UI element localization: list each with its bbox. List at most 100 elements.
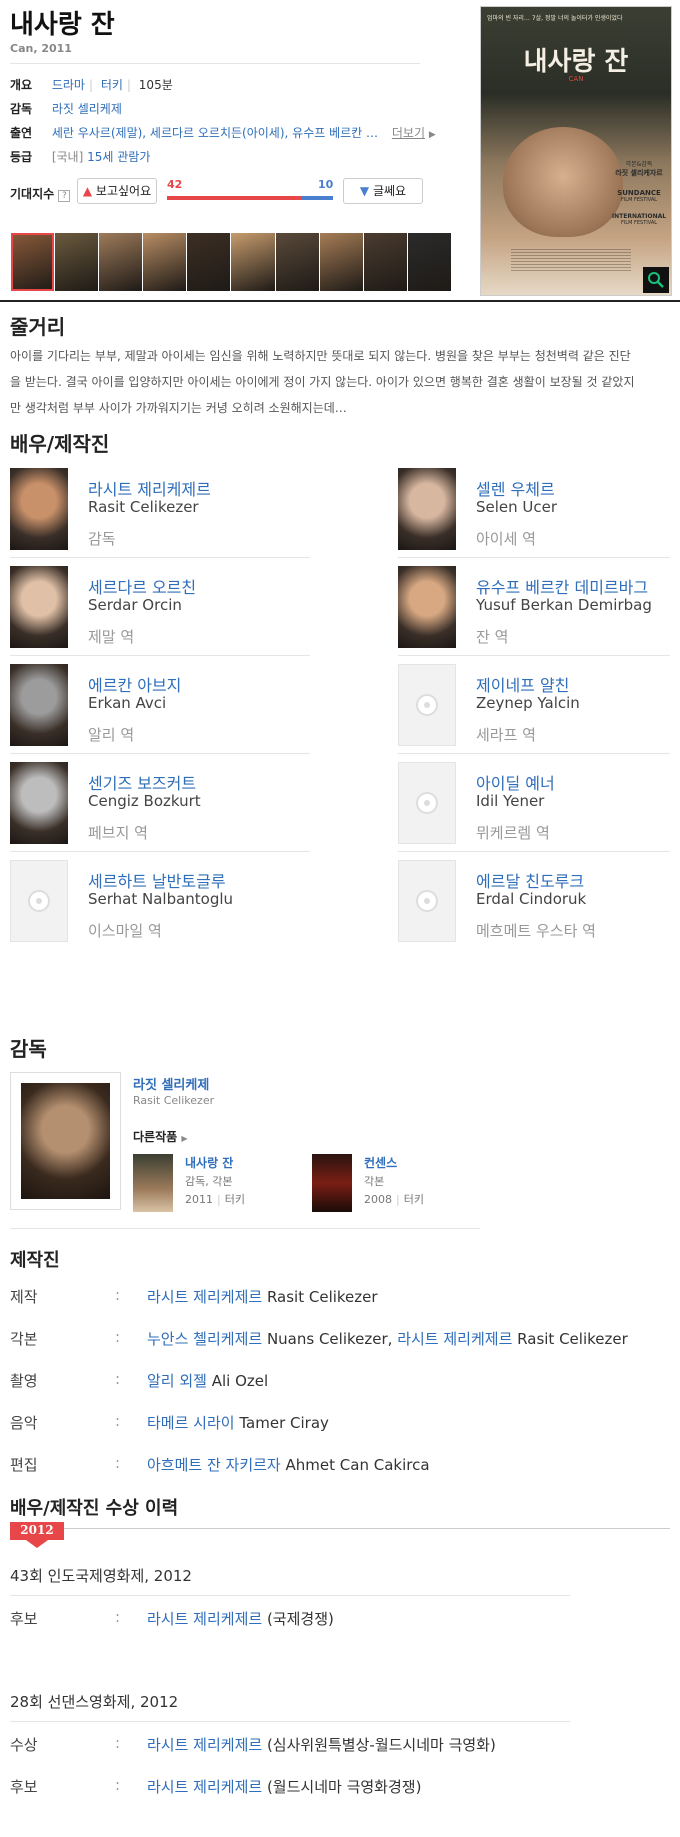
cast-item[interactable]: 아이딜 예너 Idil Yener 뮈케르렘 역: [398, 762, 668, 844]
cast-item[interactable]: 제이네프 얄친 Zeynep Yalcin 세라프 역: [398, 664, 668, 746]
poster-fineprint: [511, 249, 631, 273]
cast-name[interactable]: 세르하트 날반토글루: [88, 868, 226, 892]
cast-photo[interactable]: [10, 468, 68, 550]
crew-name-en: Ali Ozel: [211, 1372, 269, 1390]
cast-name[interactable]: 에르칸 아브지: [88, 672, 181, 696]
still-thumb[interactable]: [231, 233, 275, 291]
country-link[interactable]: 터키: [101, 78, 123, 92]
still-thumb[interactable]: [55, 233, 99, 291]
still-thumb[interactable]: [407, 233, 451, 291]
crew-name-en: Rasit Celikezer: [266, 1288, 378, 1306]
award-person[interactable]: 라시트 제리케제르: [147, 1778, 262, 1796]
crew-name-en: Nuans Celikezer,: [266, 1330, 393, 1348]
other-works-label[interactable]: 다른작품 ▶: [133, 1128, 188, 1145]
cast-item[interactable]: 세르하트 날반토글루 Serhat Nalbantoglu 이스마일 역: [10, 860, 280, 942]
still-thumb[interactable]: [143, 233, 187, 291]
still-thumb[interactable]: [187, 233, 231, 291]
work-country: 터키: [403, 1193, 424, 1206]
director-section-title: 감독: [10, 1037, 47, 1061]
work-poster[interactable]: [133, 1154, 173, 1212]
divider: [10, 753, 310, 754]
crew-colon: :: [115, 1412, 121, 1430]
cast-label: 출연: [10, 126, 33, 140]
cast-photo[interactable]: [10, 762, 68, 844]
cast-photo[interactable]: [398, 566, 456, 648]
want-count: 42: [167, 178, 183, 191]
crew-colon: :: [115, 1328, 121, 1346]
cast-role: 감독: [88, 530, 116, 548]
cast-photo-placeholder[interactable]: [398, 664, 456, 746]
help-icon[interactable]: ?: [58, 190, 71, 202]
crew-name[interactable]: 누안스 첼리케제르: [147, 1330, 262, 1348]
cast-photo[interactable]: [10, 664, 68, 746]
cast-item[interactable]: 라시트 제리케제르 Rasit Celikezer 감독: [10, 468, 280, 550]
still-thumb[interactable]: [11, 233, 55, 291]
other-work-item[interactable]: 내사랑 잔 감독, 각본 2011 | 터키: [133, 1154, 303, 1214]
cast-name[interactable]: 제이네프 얄친: [476, 672, 569, 696]
cast-item[interactable]: 셀렌 우체르 Selen Ucer 아이세 역: [398, 468, 668, 550]
cast-photo[interactable]: [398, 468, 456, 550]
still-thumb[interactable]: [363, 233, 407, 291]
work-title[interactable]: 컨센스: [364, 1154, 397, 1171]
zoom-button[interactable]: [643, 267, 669, 293]
cast-name[interactable]: 라시트 제리케제르: [88, 476, 211, 500]
cast-name-en: Rasit Celikezer: [88, 498, 199, 516]
overview-row: 개요 드라마 | 터키 | 105분: [10, 78, 173, 92]
still-thumb[interactable]: [275, 233, 319, 291]
work-poster[interactable]: [312, 1154, 352, 1212]
cast-links[interactable]: 세란 우사르(제말), 세르다르 오르치든(아이세), 유수프 베르칸 …: [52, 126, 378, 140]
year-line: [10, 1528, 670, 1529]
cast-photo-placeholder[interactable]: [398, 762, 456, 844]
expect-label: 기대지수 ?: [10, 185, 71, 202]
award-detail: (국제경쟁): [266, 1610, 334, 1628]
meh-button[interactable]: ▼ 글쎄요: [343, 178, 423, 204]
divider: [398, 557, 670, 558]
cast-photo[interactable]: [10, 566, 68, 648]
cast-item[interactable]: 유수프 베르칸 데미르바그 Yusuf Berkan Demirbag 잔 역: [398, 566, 668, 648]
section-divider: [0, 300, 680, 302]
crew-name[interactable]: 아흐메트 잔 자키르자: [147, 1456, 281, 1474]
cast-name[interactable]: 유수프 베르칸 데미르바그: [476, 574, 648, 598]
director-photo[interactable]: [10, 1072, 121, 1210]
award-person[interactable]: 라시트 제리케제르: [147, 1736, 262, 1754]
cast-name[interactable]: 에르달 친도루크: [476, 868, 584, 892]
director-link[interactable]: 라짓 셀리케제: [52, 102, 122, 116]
want-button[interactable]: ▲ 보고싶어요: [77, 178, 157, 204]
still-thumb[interactable]: [99, 233, 143, 291]
cast-name[interactable]: 셀렌 우체르: [476, 476, 555, 500]
divider: [10, 1721, 570, 1722]
crew-colon: :: [115, 1454, 121, 1472]
cast-item[interactable]: 센기즈 보즈커트 Cengiz Bozkurt 페브지 역: [10, 762, 280, 844]
rating-row: 등급 [국내] 15세 관람가: [10, 148, 150, 165]
cast-role: 잔 역: [476, 628, 509, 646]
cast-name[interactable]: 세르다르 오르친: [88, 574, 196, 598]
poster[interactable]: 엄마의 빈 자리… 7살, 정말 너의 놀이터가 인생이었다 내사랑 잔 CAN…: [480, 6, 672, 296]
still-thumb[interactable]: [319, 233, 363, 291]
genre-link[interactable]: 드라마: [52, 78, 85, 92]
cast-name[interactable]: 아이딜 예너: [476, 770, 555, 794]
cast-item[interactable]: 세르다르 오르친 Serdar Orcin 제말 역: [10, 566, 280, 648]
crew-name[interactable]: 라시트 제리케제르: [147, 1288, 262, 1306]
cast-photo-placeholder[interactable]: [398, 860, 456, 942]
work-year: 2008: [364, 1193, 392, 1206]
crew-name[interactable]: 알리 외젤: [147, 1372, 207, 1390]
cast-role: 제말 역: [88, 628, 135, 646]
cast-photo-placeholder[interactable]: [10, 860, 68, 942]
crew-label: 각본: [10, 1330, 38, 1348]
cast-name[interactable]: 센기즈 보즈커트: [88, 770, 196, 794]
crew-name[interactable]: 라시트 제리케제르: [397, 1330, 512, 1348]
divider: [10, 557, 310, 558]
crew-name[interactable]: 타메르 시라이: [147, 1414, 235, 1432]
award-detail: (심사위원특별상-월드시네마 극영화): [266, 1736, 496, 1754]
cast-item[interactable]: 에르칸 아브지 Erkan Avci 알리 역: [10, 664, 280, 746]
other-work-item[interactable]: 컨센스 각본 2008 | 터키: [312, 1154, 482, 1214]
want-bar-fill: [167, 196, 302, 200]
director-name[interactable]: 라짓 셀리케제: [133, 1074, 209, 1093]
cast-item[interactable]: 에르달 친도루크 Erdal Cindoruk 메흐메트 우스타 역: [398, 860, 668, 942]
work-title[interactable]: 내사랑 잔: [185, 1154, 233, 1171]
thumb-up-icon: ▲: [82, 184, 93, 198]
festival-laurel: INTERNATIONAL FILM FESTIVAL: [611, 213, 667, 226]
rating-link[interactable]: 15세 관람가: [87, 150, 150, 164]
award-person[interactable]: 라시트 제리케제르: [147, 1610, 262, 1628]
more-link[interactable]: 더보기: [392, 126, 425, 140]
